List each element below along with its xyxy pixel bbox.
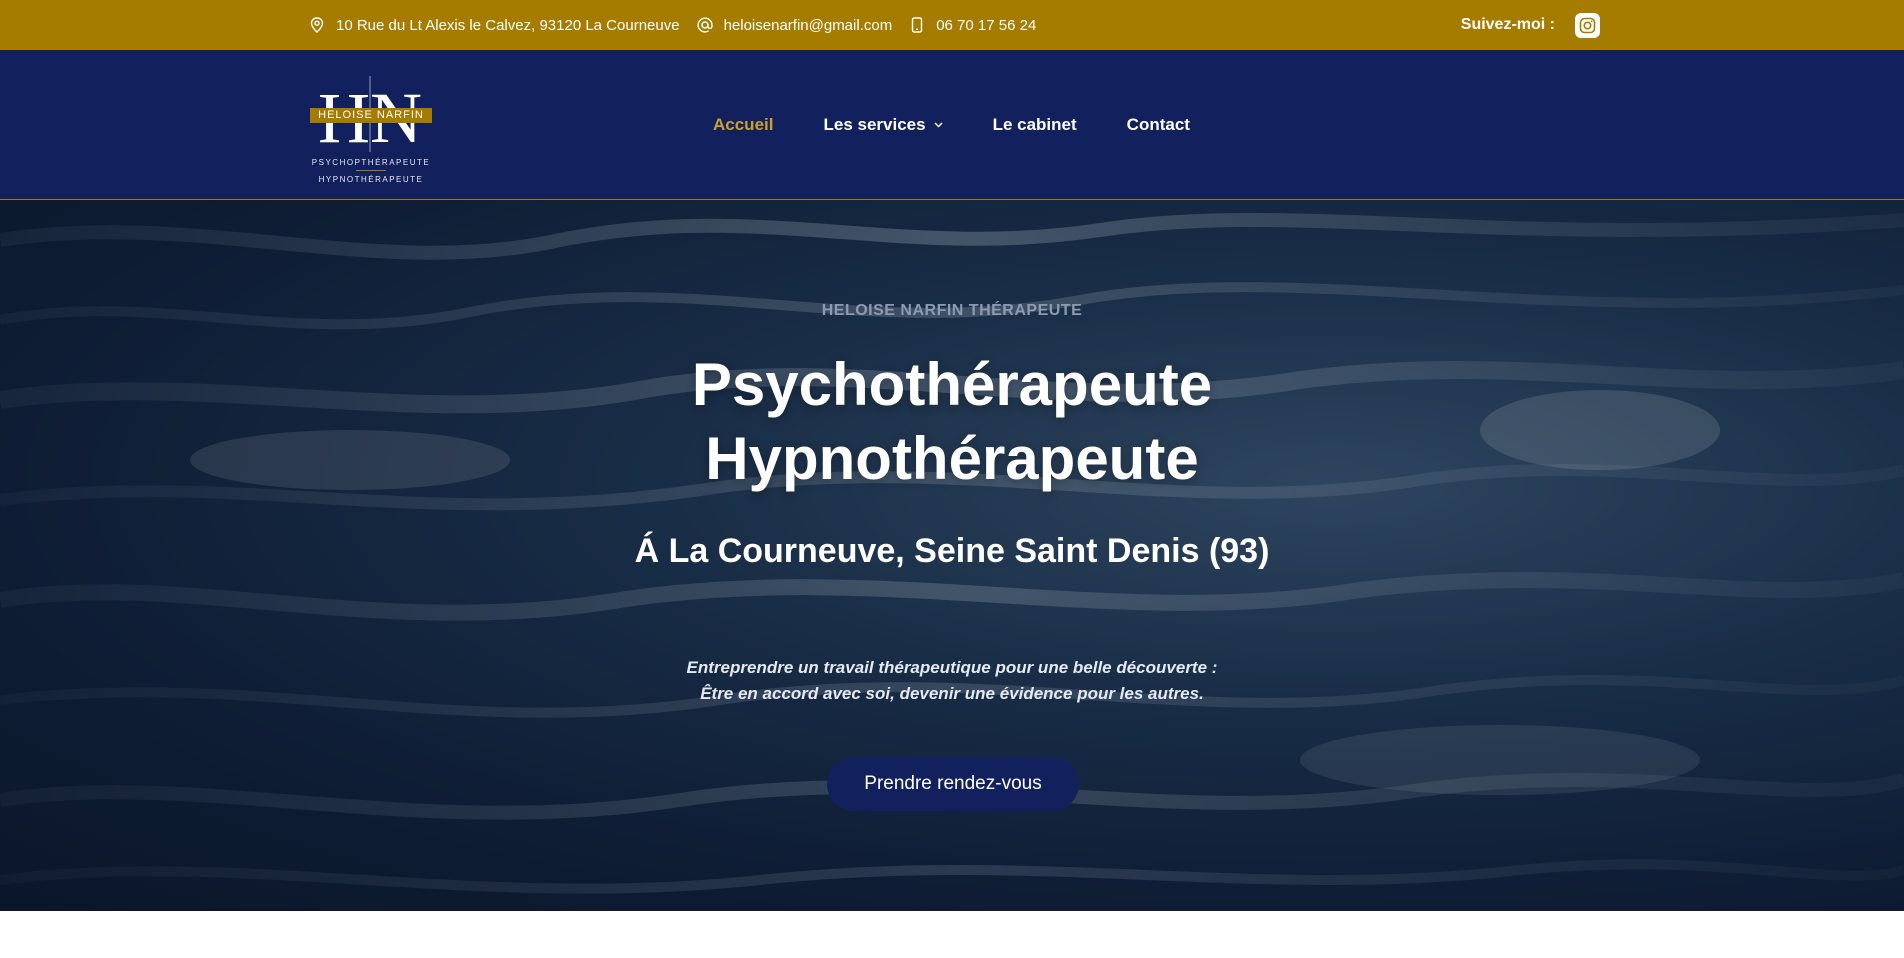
hero-quote-line-2: Être en accord avec soi, devenir une évi… — [700, 684, 1204, 703]
chevron-down-icon — [934, 122, 943, 128]
nav-item-services[interactable]: Les services — [823, 115, 943, 135]
email-link[interactable]: heloisenarfin@gmail.com — [724, 17, 893, 34]
at-icon — [696, 16, 714, 34]
social-links: Suivez-moi : — [1461, 0, 1600, 50]
top-bar: 10 Rue du Lt Alexis le Calvez, 93120 La … — [0, 0, 1904, 50]
hero-subtitle: Á La Courneuve, Seine Saint Denis (93) — [634, 532, 1270, 570]
hero-title-line-1: Psychothérapeute — [691, 351, 1213, 418]
nav-item-cabinet[interactable]: Le cabinet — [993, 115, 1077, 135]
phone-item[interactable]: 06 70 17 56 24 — [908, 16, 1036, 34]
site-header: H N HELOISE NARFIN PSYCHOPTHÉRAPEUTE HYP… — [0, 50, 1904, 200]
nav-item-label: Contact — [1126, 115, 1190, 134]
nav-item-label: Accueil — [713, 115, 774, 134]
contact-info: 10 Rue du Lt Alexis le Calvez, 93120 La … — [308, 0, 1052, 50]
site-logo[interactable]: H N HELOISE NARFIN PSYCHOPTHÉRAPEUTE HYP… — [308, 74, 434, 184]
logo-divider — [356, 170, 386, 171]
map-pin-icon — [308, 16, 326, 34]
book-appointment-button[interactable]: Prendre rendez-vous — [827, 757, 1079, 811]
logo-name-band: HELOISE NARFIN — [310, 108, 432, 123]
nav-item-label: Les services — [823, 115, 926, 134]
nav-item-contact[interactable]: Contact — [1127, 115, 1190, 135]
page-content-start — [0, 911, 1904, 958]
main-nav: Accueil Les services Le cabinet Contact — [713, 50, 1240, 200]
address-text: 10 Rue du Lt Alexis le Calvez, 93120 La … — [336, 16, 680, 34]
logo-tagline-1: PSYCHOPTHÉRAPEUTE — [311, 158, 431, 167]
email-item[interactable]: heloisenarfin@gmail.com — [696, 16, 893, 34]
hero-eyebrow: HELOISE NARFIN THÉRAPEUTE — [821, 302, 1083, 319]
hero-quote-line-1: Entreprendre un travail thérapeutique po… — [686, 658, 1218, 677]
address-item: 10 Rue du Lt Alexis le Calvez, 93120 La … — [308, 16, 680, 34]
hero-section: HELOISE NARFIN THÉRAPEUTE Psychothérapeu… — [0, 200, 1904, 911]
nav-item-accueil[interactable]: Accueil — [713, 115, 773, 135]
logo-tagline-2: HYPNOTHÉRAPEUTE — [318, 175, 424, 184]
instagram-icon[interactable] — [1575, 12, 1600, 38]
nav-item-label: Le cabinet — [992, 115, 1077, 134]
phone-icon — [908, 16, 926, 34]
hero-title-line-2: Hypnothérapeute — [705, 425, 1199, 492]
follow-label: Suivez-moi : — [1460, 16, 1555, 33]
phone-link[interactable]: 06 70 17 56 24 — [936, 17, 1036, 34]
